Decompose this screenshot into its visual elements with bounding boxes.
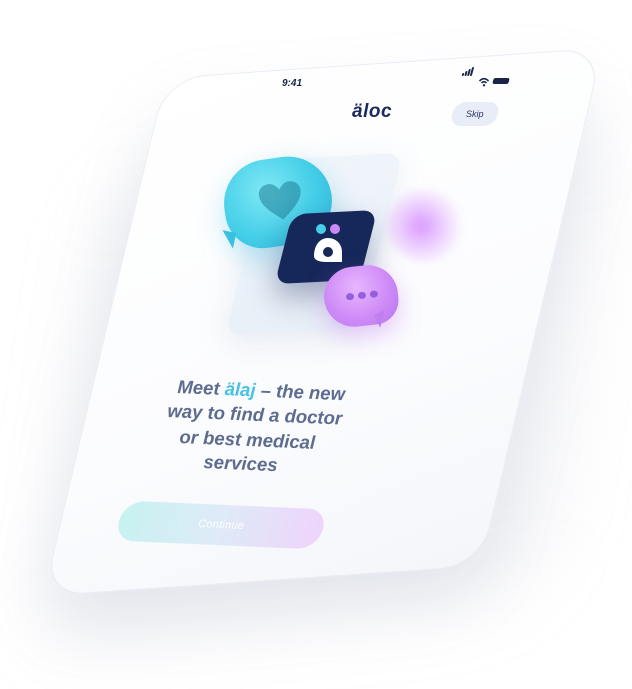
skip-button-label: Skip [466, 109, 484, 119]
headline-line-4: services [203, 451, 279, 476]
status-time: 9:41 [282, 78, 303, 89]
typing-dots-icon [345, 290, 379, 301]
wifi-icon [479, 77, 489, 87]
onboarding-mockup: 9:41 äloc Skip Meet älaj – the new way t… [0, 0, 632, 689]
purple-glow [386, 190, 464, 262]
continue-button-label: Continue [197, 517, 245, 533]
app-logo: äloc [352, 101, 393, 122]
battery-icon [492, 78, 510, 84]
app-logo-mark-icon [314, 224, 342, 262]
status-icons [461, 67, 514, 88]
brand-name-highlight: älaj [224, 378, 257, 401]
hero-illustration [210, 150, 470, 350]
